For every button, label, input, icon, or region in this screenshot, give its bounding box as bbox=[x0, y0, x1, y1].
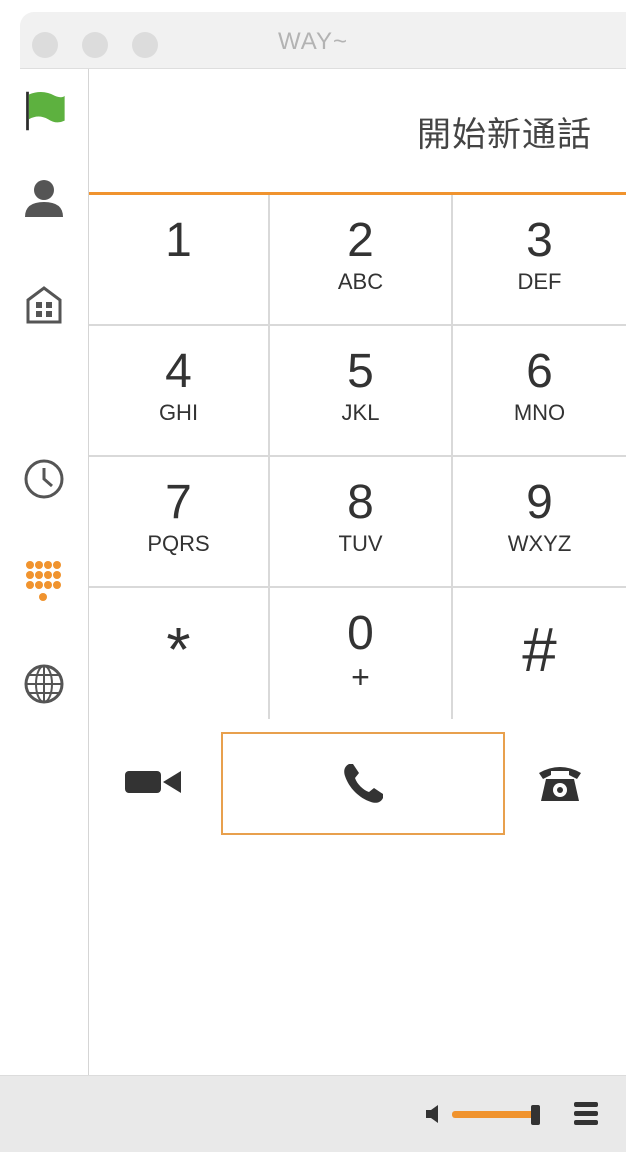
dialpad-key[interactable]: 9 WXYZ bbox=[453, 457, 626, 588]
call-button[interactable] bbox=[221, 732, 505, 835]
key-letters: + bbox=[351, 659, 370, 695]
phone-handset-icon bbox=[344, 763, 383, 803]
key-digit: 4 bbox=[165, 345, 192, 398]
sidebar-item-contacts[interactable] bbox=[22, 171, 66, 227]
dialpad-key[interactable]: # bbox=[453, 588, 626, 719]
key-digit: 8 bbox=[347, 476, 374, 529]
key-digit: 2 bbox=[347, 214, 374, 267]
dialpad-key[interactable]: * bbox=[89, 588, 270, 719]
key-digit: 1 bbox=[165, 214, 192, 267]
video-call-button[interactable] bbox=[125, 767, 181, 802]
zoom-window-button[interactable] bbox=[132, 32, 158, 58]
dialpad-key[interactable]: 3 DEF bbox=[453, 195, 626, 326]
green-flag-icon bbox=[26, 91, 65, 131]
sidebar-item-directory[interactable] bbox=[22, 276, 66, 332]
key-letters: ABC bbox=[337, 269, 384, 294]
sidebar-item-status[interactable] bbox=[22, 81, 66, 141]
dialpad-key[interactable]: 6 MNO bbox=[453, 326, 626, 457]
key-letters: WXYZ bbox=[507, 531, 572, 556]
sidebar bbox=[0, 69, 89, 1075]
keypad: 1 2 ABC 3 DEF 4 GHI 5 JKL 6 MNO 7 PQRS 8 TUV 9 WXYZ * 0 + # bbox=[89, 195, 626, 719]
globe-icon bbox=[24, 664, 64, 704]
key-digit: 5 bbox=[347, 345, 374, 398]
call-actions bbox=[89, 719, 626, 839]
window-title: WAY~ bbox=[278, 28, 349, 55]
dialer-panel: 開始新通話 1 2 ABC 3 DEF 4 GHI 5 JKL 6 MNO 7 PQRS 8 TUV 9 WXY… bbox=[89, 69, 626, 1075]
key-digit: # bbox=[522, 616, 557, 685]
dialpad-key[interactable]: 5 JKL bbox=[270, 326, 453, 457]
key-letters: JKL bbox=[341, 400, 380, 425]
dialpad-icon bbox=[26, 561, 61, 601]
desk-phone-button[interactable] bbox=[537, 759, 583, 810]
sidebar-item-dialpad[interactable] bbox=[22, 555, 66, 619]
video-camera-icon bbox=[125, 771, 181, 793]
status-bar bbox=[0, 1075, 626, 1152]
key-digit: 3 bbox=[526, 214, 553, 267]
dialer-header: 開始新通話 bbox=[89, 69, 626, 195]
key-digit: 0 bbox=[347, 607, 374, 660]
clock-icon bbox=[24, 459, 64, 499]
close-window-button[interactable] bbox=[32, 32, 58, 58]
key-digit: 9 bbox=[526, 476, 553, 529]
volume-handle[interactable] bbox=[531, 1105, 540, 1125]
volume-track bbox=[452, 1111, 535, 1118]
key-letters: TUV bbox=[338, 531, 383, 556]
dialpad-key[interactable]: 8 TUV bbox=[270, 457, 453, 588]
key-letters: DEF bbox=[517, 269, 562, 294]
dialpad-key[interactable]: 2 ABC bbox=[270, 195, 453, 326]
dialpad-key[interactable]: 4 GHI bbox=[89, 326, 270, 457]
key-letters: PQRS bbox=[147, 531, 210, 556]
key-digit: * bbox=[166, 616, 191, 685]
person-icon bbox=[25, 180, 63, 217]
sidebar-item-web[interactable] bbox=[22, 656, 66, 712]
menu-button[interactable] bbox=[574, 1098, 598, 1133]
page-title: 開始新通話 bbox=[417, 116, 592, 154]
hamburger-menu-icon bbox=[574, 1102, 598, 1125]
minimize-window-button[interactable] bbox=[82, 32, 108, 58]
dialpad-key[interactable]: 7 PQRS bbox=[89, 457, 270, 588]
title-bar: WAY~ bbox=[20, 12, 626, 69]
volume-slider[interactable] bbox=[452, 1104, 544, 1125]
dialpad-key[interactable]: 0 + bbox=[270, 588, 453, 719]
key-letters: MNO bbox=[513, 400, 566, 425]
sidebar-item-history[interactable] bbox=[22, 451, 66, 507]
key-letters: GHI bbox=[158, 400, 199, 425]
speaker-icon bbox=[426, 1105, 438, 1123]
dialpad-key[interactable]: 1 bbox=[89, 195, 270, 326]
key-digit: 7 bbox=[165, 476, 192, 529]
key-digit: 6 bbox=[526, 345, 553, 398]
desk-phone-icon bbox=[539, 767, 581, 801]
building-icon bbox=[26, 286, 62, 324]
